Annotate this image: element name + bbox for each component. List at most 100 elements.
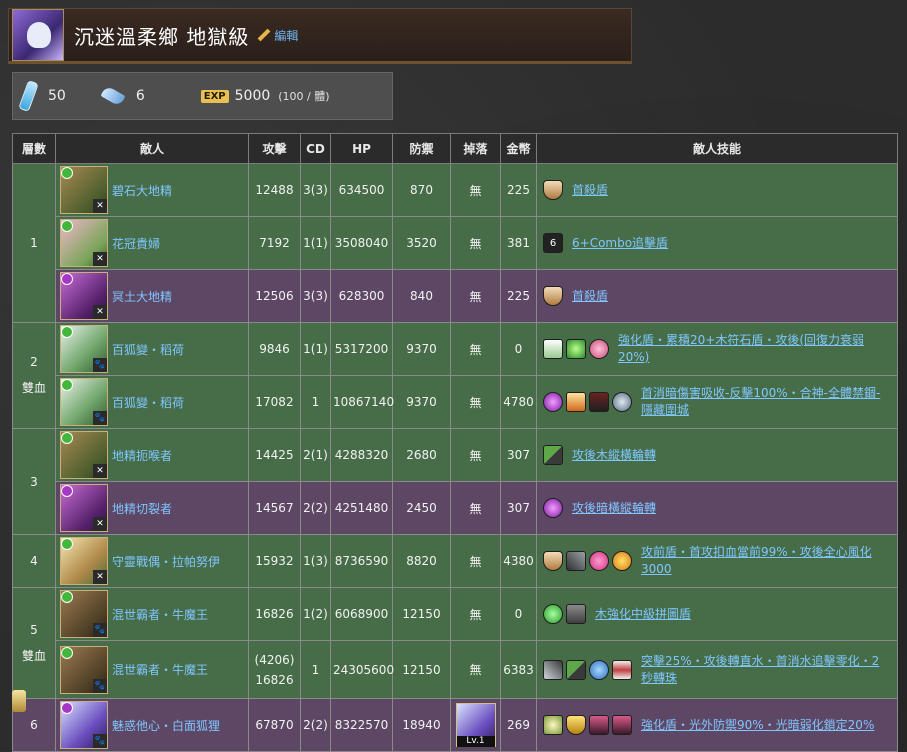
pencil-icon [257,28,271,42]
weaken-icon [612,715,632,735]
gold-cell: 307 [500,481,537,535]
enemy-portrait[interactable]: ✕ [60,166,108,214]
enemy-name-link[interactable]: 百狐變・稻荷 [112,341,184,358]
cd-cell: 1(3) [300,534,331,588]
stamina-stat: 50 [13,80,66,112]
enemy-portrait[interactable]: 🐾 [60,645,108,694]
enemy-name-link[interactable]: 百狐變・稻荷 [112,394,184,411]
defense-cell: 18940 [392,698,451,752]
exp-icon: EXP [200,89,229,103]
wood-orb-icon [543,604,563,624]
skill-link[interactable]: 攻後木縱橫輪轉 [572,447,656,464]
wood-element-icon [61,432,73,444]
enemy-portrait[interactable]: 🐾 [60,325,108,373]
floor-number: 1 [30,236,38,250]
gold-shield-icon [566,715,586,735]
skill-link[interactable]: 木強化中級拼圖盾 [595,606,691,623]
enemy-portrait[interactable]: 🐾 [60,378,108,426]
gold-cell: 0 [500,587,537,641]
floor-note: 雙血 [21,381,46,395]
attack-cell: (4206) 16826 [248,640,301,699]
dark-element-icon [61,702,73,714]
enemy-portrait[interactable]: ✕ [60,537,108,585]
enemy-cell: 🐾 魅惑他心・白面狐狸 [55,698,249,752]
skill-link[interactable]: 強化盾・累積20+木符石盾・攻後(回復力衰弱20%) [618,332,891,366]
floor-cell: 3 [12,428,56,535]
enemy-portrait[interactable]: 🐾 [60,590,108,638]
skill-cell: 強化盾・光外防禦90%・光暗弱化鎖定20% [536,698,898,752]
defense-cell: 12150 [392,640,451,699]
skill-link[interactable]: 首消暗傷害吸收-反擊100%・合神-全體禁錮-隱藏圍城 [641,385,891,419]
wood-element-icon [61,220,73,232]
floor-number: 5 [30,622,38,637]
enemy-portrait[interactable]: 🐾 [60,701,108,749]
hp-cell: 6068900 [330,587,393,641]
cd-cell: 3(3) [300,163,331,217]
enemy-name-link[interactable]: 混世霸者・牛魔王 [112,661,208,678]
table-row: ✕ 花冠貴婦 7192 1(1) 3508040 3520 無 381 6 6+… [13,216,898,270]
flame-icon [612,551,632,571]
floor-cell: 4 [12,534,56,588]
enemy-portrait[interactable]: ✕ [60,272,108,320]
enemy-name-link[interactable]: 地精切裂者 [112,500,172,517]
enemy-name-link[interactable]: 花冠貴婦 [112,235,160,252]
beast-type-icon: ✕ [93,570,107,584]
gold-cell: 6383 [500,640,537,699]
attack-cell: 16826 [248,587,301,641]
cd-cell: 1(1) [300,322,331,376]
drop-cell: Lv.1 [450,698,501,752]
enemy-name-link[interactable]: 冥土大地精 [112,288,172,305]
hp-cell: 4288320 [330,428,393,482]
puzzle-icon [566,604,586,624]
enemy-name-link[interactable]: 守靈戰偶・拉帕努伊 [112,553,220,570]
star-shield-icon [543,339,563,359]
floor-number: 3 [30,474,38,489]
header-defense: 防禦 [392,133,451,164]
cd-cell: 1(2) [300,587,331,641]
enemy-name-link[interactable]: 地精扼喉者 [112,447,172,464]
hourglass-icon [612,659,632,680]
floor-cell: 1 [12,163,56,323]
enemy-name-link[interactable]: 碧石大地精 [112,182,172,199]
skill-cell: 首殺盾 [536,163,898,217]
enemy-cell: ✕ 地精切裂者 [55,481,249,535]
sword-icon [566,551,586,571]
skill-link[interactable]: 首殺盾 [572,288,608,305]
enemy-portrait[interactable]: ✕ [60,431,108,479]
enemy-portrait[interactable]: ✕ [60,484,108,532]
skill-link[interactable]: 首殺盾 [572,182,608,199]
battles-stat: 6 [88,85,145,107]
stamina-icon [18,80,39,112]
beast-type-icon: 🐾 [93,623,107,637]
header-drop: 掉落 [450,133,501,164]
skill-link[interactable]: 攻後暗橫縱輪轉 [572,500,656,517]
drop-card[interactable]: Lv.1 [455,703,496,747]
fire-shield-icon [566,392,586,412]
skill-link[interactable]: 攻前盾・首攻扣血當前99%・攻後全心風化3000 [641,544,891,578]
boss-sword-icon [12,690,26,712]
beast-type-icon: 🐾 [93,411,107,425]
heart-icon [589,339,609,359]
edit-button[interactable]: 編輯 [257,27,298,44]
skill-link[interactable]: 強化盾・光外防禦90%・光暗弱化鎖定20% [641,717,874,734]
hp-cell: 8736590 [330,534,393,588]
attack-value-boosted: (4206) [254,652,295,667]
header-enemy: 敵人 [55,133,249,164]
defense-cell: 9370 [392,375,451,429]
enemy-name-link[interactable]: 魅惑他心・白面狐狸 [112,717,220,734]
floor-cell: 5 雙血 [12,587,56,699]
enemy-cell: 🐾 混世霸者・牛魔王 [55,587,249,641]
gold-cell: 225 [500,163,537,217]
attack-cell: 7192 [248,216,301,270]
table-row: 6 🐾 魅惑他心・白面狐狸 67870 2(2) 8322570 18940 L… [12,698,898,752]
skill-link[interactable]: 6+Combo追擊盾 [572,235,668,252]
skill-cell: 首消暗傷害吸收-反擊100%・合神-全體禁錮-隱藏圍城 [536,375,898,429]
enemy-name-link[interactable]: 混世霸者・牛魔王 [112,606,208,623]
skill-link[interactable]: 突擊25%・攻後轉直水・首消水追擊零化・2秒轉珠 [641,653,891,687]
enemy-portrait[interactable]: ✕ [60,219,108,267]
defense-cell: 8820 [392,534,451,588]
hp-cell: 5317200 [330,322,393,376]
edit-label[interactable]: 編輯 [274,27,298,44]
gold-cell: 4780 [500,375,537,429]
drop-cell: 無 [450,322,501,376]
